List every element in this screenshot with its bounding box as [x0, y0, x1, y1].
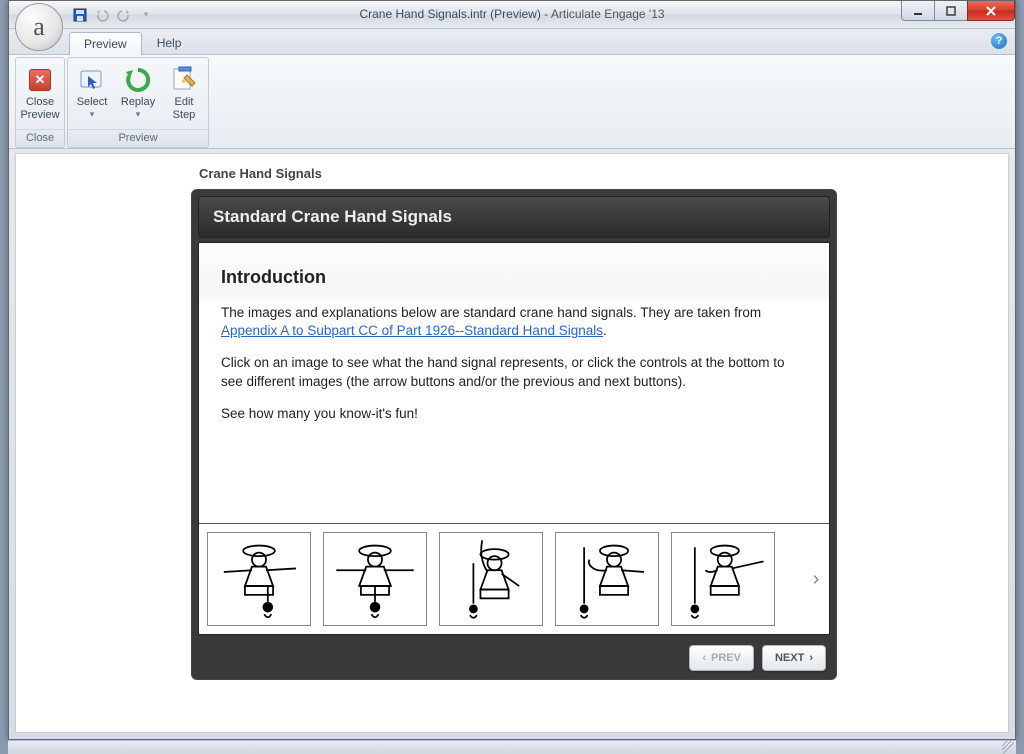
prev-button[interactable]: ‹ PREV	[689, 645, 754, 671]
undo-icon[interactable]	[93, 6, 111, 24]
ribbon-group-preview: Select ▾ Replay ▾ Edit Step	[67, 57, 209, 148]
prev-label: PREV	[711, 652, 741, 664]
close-preview-label-1: Close	[26, 96, 54, 109]
preview-stage: Crane Hand Signals Standard Crane Hand S…	[191, 162, 837, 680]
redo-icon[interactable]	[115, 6, 133, 24]
p1b-text: .	[603, 323, 607, 338]
replay-button[interactable]: Replay ▾	[116, 61, 160, 129]
app-window: a ▾ Crane Hand Signals.intr (Preview) - …	[8, 0, 1016, 740]
tab-help[interactable]: Help	[142, 31, 197, 54]
qat-dropdown-icon[interactable]: ▾	[137, 6, 155, 24]
minimize-button[interactable]	[901, 1, 935, 21]
save-icon[interactable]	[71, 6, 89, 24]
close-preview-button[interactable]: ✕ Close Preview	[18, 61, 62, 129]
chevron-right-icon: ›	[809, 652, 813, 664]
select-button[interactable]: Select ▾	[70, 61, 114, 129]
replay-icon	[122, 64, 154, 96]
resize-grip-icon[interactable]	[1002, 741, 1014, 753]
close-preview-label-2: Preview	[20, 109, 59, 122]
p1a-text: The images and explanations below are st…	[221, 305, 761, 320]
stage-title: Crane Hand Signals	[191, 162, 837, 189]
window-controls	[902, 1, 1015, 21]
quick-access-toolbar: ▾	[71, 1, 155, 28]
status-bar	[8, 740, 1016, 754]
ribbon-tab-bar: Preview Help ?	[9, 29, 1015, 55]
tab-preview[interactable]: Preview	[69, 32, 142, 55]
edit-step-label-2: Step	[173, 109, 196, 122]
dropdown-icon: ▾	[136, 109, 141, 119]
ribbon-group-close-label: Close	[16, 129, 64, 147]
intro-heading: Introduction	[221, 267, 807, 288]
intro-paragraph-1: The images and explanations below are st…	[221, 304, 807, 340]
content-area: Crane Hand Signals Standard Crane Hand S…	[15, 153, 1009, 733]
slide-body: Introduction The images and explanations…	[199, 243, 829, 523]
title-sep: -	[541, 7, 551, 21]
dropdown-icon: ▾	[90, 109, 95, 119]
thumb-signal-5[interactable]	[671, 532, 775, 626]
title-bar: a ▾ Crane Hand Signals.intr (Preview) - …	[9, 1, 1015, 29]
help-icon[interactable]: ?	[991, 33, 1007, 49]
thumb-signal-3[interactable]	[439, 532, 543, 626]
ribbon-group-close: ✕ Close Preview Close	[15, 57, 65, 148]
replay-label: Replay	[121, 96, 155, 109]
appendix-link[interactable]: Appendix A to Subpart CC of Part 1926--S…	[221, 323, 603, 338]
chevron-left-icon: ‹	[702, 652, 706, 664]
app-menu-icon[interactable]: a	[15, 3, 63, 51]
close-x-icon: ✕	[29, 69, 51, 91]
window-title: Crane Hand Signals.intr (Preview) - Arti…	[9, 7, 1015, 21]
player-nav: ‹ PREV NEXT ›	[198, 635, 830, 673]
edit-step-button[interactable]: Edit Step	[162, 61, 206, 129]
ribbon: ✕ Close Preview Close Select ▾	[9, 55, 1015, 149]
close-window-button[interactable]	[967, 1, 1015, 21]
thumb-signal-4[interactable]	[555, 532, 659, 626]
edit-step-label-1: Edit	[175, 96, 194, 109]
thumb-signal-1[interactable]	[207, 532, 311, 626]
doc-title: Crane Hand Signals.intr (Preview)	[359, 7, 540, 21]
next-label: NEXT	[775, 652, 804, 664]
ribbon-group-preview-label: Preview	[68, 129, 208, 147]
maximize-button[interactable]	[934, 1, 968, 21]
app-name: Articulate Engage '13	[551, 7, 665, 21]
cursor-icon	[76, 64, 108, 96]
select-label: Select	[77, 96, 108, 109]
engage-player: Standard Crane Hand Signals Introduction…	[191, 189, 837, 680]
intro-paragraph-2: Click on an image to see what the hand s…	[221, 354, 807, 390]
thumb-signal-2[interactable]	[323, 532, 427, 626]
player-title: Standard Crane Hand Signals	[198, 196, 830, 238]
intro-paragraph-3: See how many you know-it's fun!	[221, 405, 807, 423]
thumb-next-icon[interactable]: ›	[807, 566, 825, 592]
next-button[interactable]: NEXT ›	[762, 645, 826, 671]
thumbnail-strip: ›	[199, 523, 829, 634]
slide-area: Introduction The images and explanations…	[198, 242, 830, 635]
edit-step-icon	[168, 64, 200, 96]
